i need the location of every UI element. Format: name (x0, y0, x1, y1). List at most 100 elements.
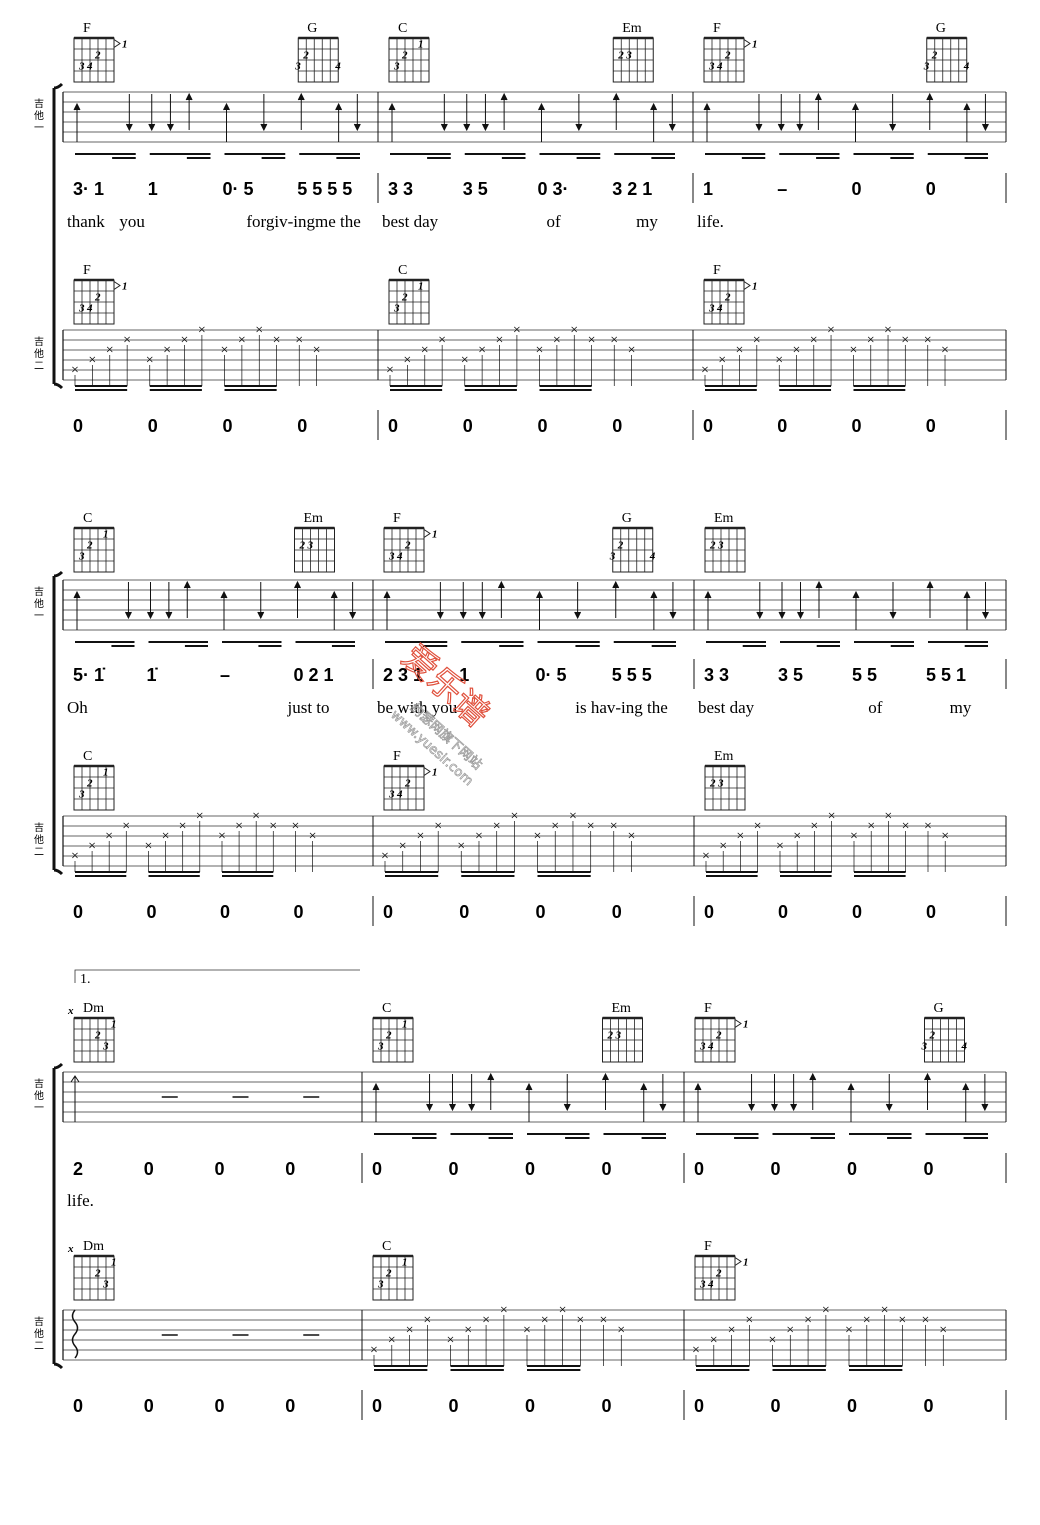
chord-diagram-g: G 32 4 (923, 21, 970, 83)
barre-arrow-icon (423, 767, 431, 776)
chord-diagram-f: F 1 3 42 (73, 263, 128, 325)
measure: C321Em2 3C321×××××××××××× ××5· 1̇ 1̇ –0 2 10… (67, 511, 357, 922)
lyric: best day (698, 698, 755, 717)
system-bracket (52, 82, 64, 390)
finger-number: 3 (102, 1041, 109, 1053)
barre-arrow-icon (734, 1019, 742, 1028)
lyric: of (868, 698, 883, 717)
finger-number: 3 (717, 778, 724, 790)
guitar-1-staff: 吉他一 (32, 579, 1006, 631)
numbered-note: 1 (703, 179, 713, 199)
guitar-1-staff: 吉他一 (32, 91, 1006, 143)
barre-finger: 1 (122, 281, 128, 293)
finger-number: 2 (404, 778, 411, 790)
lyric: just to (287, 698, 330, 717)
numbered-note: 0 (388, 416, 398, 436)
barre-arrow-icon (743, 39, 751, 48)
numbered-note: 0 (223, 416, 233, 436)
numbered-note: 0 (449, 1159, 459, 1179)
volta-label: 1. (80, 972, 91, 987)
numbered-note: 0 (926, 902, 936, 922)
numbered-note: 0 (147, 902, 157, 922)
finger-number: 2 (617, 540, 624, 552)
finger-number: 3 (615, 1030, 622, 1042)
numbered-note: 0 (602, 1396, 612, 1416)
system-1: 吉他一吉他二F13 42G324F13 42×××××××××××× ××3· 110… (32, 21, 1007, 440)
numbered-note: 3· 1 (73, 179, 104, 199)
numbered-note: 0 (294, 902, 304, 922)
finger-number: 1 (418, 281, 424, 293)
barre-arrow-icon (423, 529, 431, 538)
finger-number: 1 (418, 39, 424, 51)
chord-name: Em (612, 1001, 632, 1016)
measure: F13 42G324F13 42×××××××××××× ××0 0 0 00 0 0 0 (692, 1001, 989, 1416)
chord-diagram-dm: Dmx 231 (67, 1001, 117, 1063)
chord-diagram-g: G 32 4 (294, 21, 341, 83)
chord-diagram-em: Em 2 3 (704, 511, 746, 573)
instrument-label: 吉他二 (32, 1316, 44, 1352)
chord-name: F (83, 263, 91, 278)
chord-name: F (713, 21, 721, 36)
finger-number: 3 (625, 50, 632, 62)
finger-number: 4 (716, 303, 723, 315)
numbered-note: 0 (144, 1159, 154, 1179)
chord-name: C (83, 749, 92, 764)
finger-number: 4 (396, 551, 403, 563)
lyric: forgiv-ingme the (246, 212, 360, 231)
numbered-note: 5 5 1 (926, 665, 966, 685)
chord-diagram-c: C 321 (73, 511, 115, 573)
chord-name: F (393, 749, 401, 764)
numbered-note: 0 (73, 902, 83, 922)
numbered-note: 0 (372, 1159, 382, 1179)
finger-number: 3 (78, 61, 85, 73)
chord-name: C (398, 21, 407, 36)
instrument-label: 吉他二 (32, 822, 44, 858)
finger-number: 2 (404, 540, 411, 552)
numbered-note: 0 (144, 1396, 154, 1416)
finger-number: 2 (94, 1030, 101, 1042)
finger-number: 3 (294, 61, 301, 73)
finger-number: 3 (307, 540, 314, 552)
finger-number: 2 (94, 50, 101, 62)
finger-number: 2 (401, 50, 408, 62)
chord-name: C (382, 1239, 391, 1254)
finger-number: 3 (699, 1041, 706, 1053)
finger-number: 4 (86, 61, 93, 73)
chord-name: Dm (83, 1239, 104, 1254)
numbered-note: 0 (778, 902, 788, 922)
numbered-note: 0 (148, 416, 158, 436)
finger-number: 1 (402, 1257, 408, 1269)
numbered-note: 0 (297, 416, 307, 436)
system-bracket (52, 570, 64, 876)
numbered-note: 5 5 (852, 665, 877, 685)
finger-number: 3 (78, 303, 85, 315)
finger-number: 2 (299, 540, 306, 552)
numbered-note: 0 (220, 902, 230, 922)
numbered-note: 0 (73, 1396, 83, 1416)
finger-number: 4 (716, 61, 723, 73)
finger-number: 4 (707, 1041, 714, 1053)
chord-name: Em (714, 511, 734, 526)
numbered-note: 0 (694, 1396, 704, 1416)
finger-number: 3 (393, 303, 400, 315)
barre-arrow-icon (743, 281, 751, 290)
numbered-note: 0 (852, 416, 862, 436)
numbered-note: 0 (777, 416, 787, 436)
finger-number: 1 (103, 767, 109, 779)
chord-diagram-c: C 321 (372, 1001, 414, 1063)
numbered-note: 0 3· (538, 179, 569, 199)
numbered-note: 0 (372, 1396, 382, 1416)
numbered-note: 0 (852, 902, 862, 922)
numbered-note: 0 (215, 1396, 225, 1416)
chord-name: F (704, 1239, 712, 1254)
finger-number: 2 (302, 50, 309, 62)
finger-number: 3 (717, 540, 724, 552)
chord-diagram-f: F 1 3 42 (383, 511, 438, 573)
chord-diagram-f: F 1 3 42 (73, 21, 128, 83)
measure: F13 42G324F13 42×××××××××××× ××3· 1 1 0· 55 5… (67, 21, 361, 436)
numbered-note: 0 (449, 1396, 459, 1416)
chord-name: Em (622, 21, 642, 36)
chord-name: C (398, 263, 407, 278)
finger-number: 4 (961, 1041, 968, 1053)
chord-name: F (393, 511, 401, 526)
